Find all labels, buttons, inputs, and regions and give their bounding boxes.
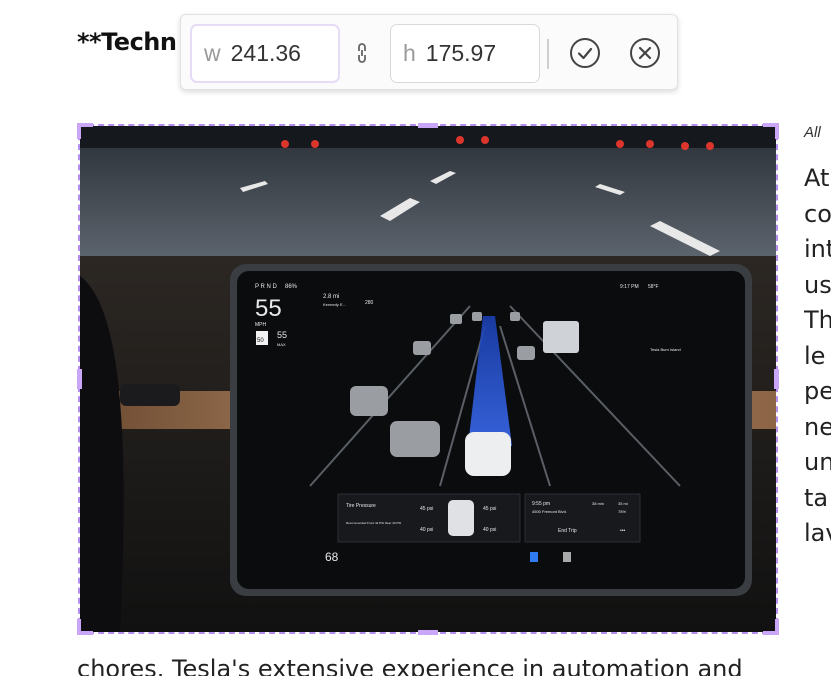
svg-text:68: 68: [325, 550, 339, 564]
toolbar-divider: [547, 39, 549, 69]
width-label: w: [204, 40, 221, 66]
svg-text:86%: 86%: [285, 284, 298, 290]
gear-text: P R N D: [255, 284, 278, 290]
svg-text:280: 280: [365, 300, 374, 306]
svg-text:Recommended Front 42 PSI Rear: Recommended Front 42 PSI Rear 40 PSI: [346, 521, 401, 525]
svg-text:4500 Fremont Blvd.: 4500 Fremont Blvd.: [532, 509, 567, 514]
close-circle-icon[interactable]: [629, 37, 661, 69]
side-line: ta: [804, 483, 829, 512]
resize-handle-top-left[interactable]: [77, 123, 93, 139]
svg-text:9:55 pm: 9:55 pm: [532, 501, 550, 507]
svg-text:50: 50: [257, 338, 264, 344]
dashboard-photo: P R N D 86% 55 MPH 50 55 MAX 2.8 mi Kenn…: [80, 126, 776, 632]
image-selection-frame[interactable]: P R N D 86% 55 MPH 50 55 MAX 2.8 mi Kenn…: [77, 123, 779, 635]
height-value[interactable]: 175.97: [426, 40, 496, 67]
side-line: co: [804, 199, 831, 228]
svg-text:55: 55: [277, 330, 287, 340]
side-line: pe: [804, 377, 831, 405]
aspect-link-icon[interactable]: [356, 42, 368, 64]
height-field[interactable]: h 175.97: [390, 24, 540, 83]
resize-handle-left[interactable]: [77, 369, 82, 389]
svg-text:9:17 PM: 9:17 PM: [620, 284, 639, 290]
svg-text:Tesla Burn Island: Tesla Burn Island: [650, 347, 681, 352]
side-line: un: [804, 448, 831, 476]
svg-text:Tire Pressure: Tire Pressure: [346, 503, 376, 509]
resize-handle-bottom-right[interactable]: [763, 619, 779, 635]
resize-handle-right[interactable]: [774, 369, 779, 389]
side-paragraph: At co int us Th le pe ne un ta lav: [804, 161, 831, 552]
svg-text:38 min: 38 min: [592, 501, 604, 506]
image-resize-toolbar: w 241.36 h 175.97: [180, 14, 678, 90]
check-circle-icon[interactable]: [569, 37, 601, 69]
side-line: ne: [804, 412, 831, 441]
svg-text:40 psi: 40 psi: [420, 527, 433, 533]
side-caption: All: [804, 124, 821, 141]
side-line: lav: [804, 519, 831, 547]
side-line: us: [804, 270, 831, 299]
svg-text:58°F: 58°F: [648, 284, 659, 290]
paragraph-line: chores. Tesla's extensive experience in …: [77, 655, 743, 676]
svg-text:End Trip: End Trip: [558, 528, 577, 534]
speed-text: 55: [255, 295, 282, 322]
svg-text:40 psi: 40 psi: [483, 527, 496, 533]
svg-text:Kennedy E...: Kennedy E...: [323, 302, 346, 307]
section-heading: **Techn: [77, 28, 177, 56]
svg-text:MAX: MAX: [277, 342, 286, 347]
side-line: Th: [804, 306, 831, 334]
svg-text:78%: 78%: [618, 509, 626, 514]
svg-text:MPH: MPH: [255, 322, 267, 328]
resize-handle-top-right[interactable]: [763, 123, 779, 139]
svg-text:45 psi: 45 psi: [420, 506, 433, 512]
height-label: h: [403, 40, 416, 66]
side-line: le: [804, 341, 826, 370]
resize-handle-top[interactable]: [418, 123, 438, 128]
svg-text:45 psi: 45 psi: [483, 506, 496, 512]
svg-text:2.8 mi: 2.8 mi: [323, 294, 339, 300]
width-value[interactable]: 241.36: [231, 40, 301, 67]
svg-text:•••: •••: [620, 528, 626, 534]
svg-text:35 mi: 35 mi: [618, 501, 628, 506]
resize-handle-bottom-left[interactable]: [77, 619, 93, 635]
side-line: At: [804, 164, 830, 192]
resize-handle-bottom[interactable]: [418, 630, 438, 635]
dashboard-photo-drawing: P R N D 86% 55 MPH 50 55 MAX 2.8 mi Kenn…: [80, 126, 776, 632]
width-field[interactable]: w 241.36: [190, 24, 340, 83]
side-line: int: [804, 235, 831, 263]
